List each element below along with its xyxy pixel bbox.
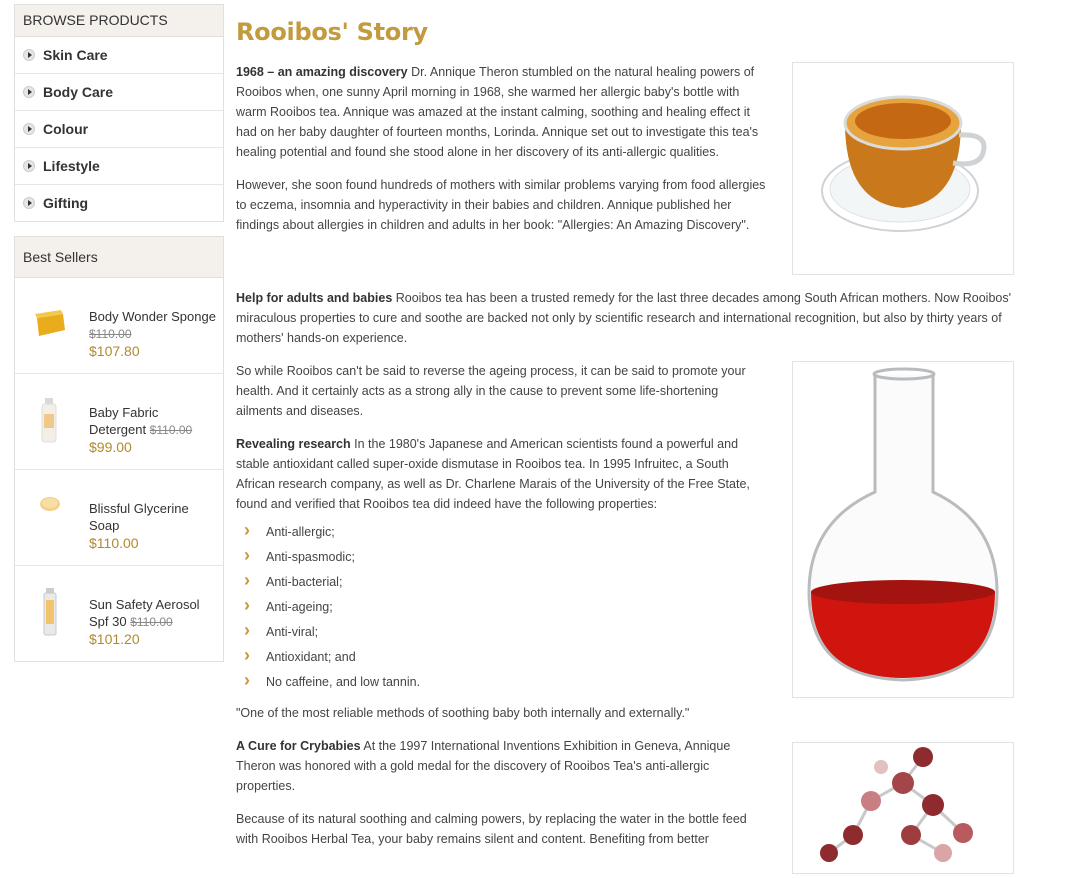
paragraph-mothers: However, she soon found hundreds of moth… <box>236 178 766 232</box>
category-colour[interactable]: Colour <box>15 111 223 148</box>
arrow-icon <box>23 123 35 135</box>
paragraph-discovery: 1968 – an amazing discovery Dr. Annique … <box>236 62 766 162</box>
browse-products-title: BROWSE PRODUCTS <box>15 5 223 37</box>
bestseller-item[interactable]: Blissful Glycerine Soap $110.00 <box>15 470 223 566</box>
bestseller-info: Body Wonder Sponge $110.00 $107.80 <box>89 308 219 360</box>
paragraph-help: Help for adults and babies Rooibos tea h… <box>236 288 1014 348</box>
arrow-icon <box>23 86 35 98</box>
list-item: Anti-spasmodic; <box>236 543 766 570</box>
old-price: $110.00 <box>149 423 193 437</box>
category-label: Skin Care <box>43 47 108 63</box>
tea-cup-graphic <box>821 95 987 232</box>
category-skin-care[interactable]: Skin Care <box>15 37 223 74</box>
paragraph-research: Revealing research In the 1980's Japanes… <box>236 434 766 514</box>
product-name[interactable]: Blissful Glycerine Soap <box>89 501 189 533</box>
category-label: Gifting <box>43 195 89 211</box>
list-item: Anti-viral; <box>236 618 766 645</box>
arrow-icon <box>23 197 35 209</box>
category-lifestyle[interactable]: Lifestyle <box>15 148 223 185</box>
product-name[interactable]: Body Wonder Sponge <box>89 309 216 324</box>
story-block-2: Help for adults and babies Rooibos tea h… <box>236 288 1014 348</box>
product-name[interactable]: Baby Fabric Detergent <box>89 405 158 437</box>
paragraph-ageing: So while Rooibos can't be said to revers… <box>236 364 746 418</box>
category-gifting[interactable]: Gifting <box>15 185 223 221</box>
aerosol-can-image[interactable] <box>33 588 67 638</box>
list-item: No caffeine, and low tannin. <box>236 668 766 695</box>
paragraph-text: Dr. Annique Theron stumbled on the natur… <box>236 65 759 159</box>
sidebar: BROWSE PRODUCTS Skin Care Body Care Colo… <box>14 4 224 662</box>
soap-image[interactable] <box>33 492 67 542</box>
paragraph-heading: A Cure for Crybabies <box>236 739 361 753</box>
best-sellers-title: Best Sellers <box>15 237 223 278</box>
sponge-image[interactable] <box>33 300 67 350</box>
browse-products-panel: BROWSE PRODUCTS Skin Care Body Care Colo… <box>14 4 224 222</box>
list-item: Anti-allergic; <box>236 518 766 545</box>
category-body-care[interactable]: Body Care <box>15 74 223 111</box>
bestseller-info: Sun Safety Aerosol Spf 30 $110.00 $101.2… <box>89 596 219 648</box>
paragraph-heading: 1968 – an amazing discovery <box>236 65 408 79</box>
category-label: Body Care <box>43 84 114 100</box>
page-title: Rooibos' Story <box>236 18 428 46</box>
flask-graphic <box>807 367 999 682</box>
list-item: Antioxidant; and <box>236 643 766 670</box>
bestseller-item[interactable]: Sun Safety Aerosol Spf 30 $110.00 $101.2… <box>15 566 223 661</box>
properties-list: Anti-allergic; Anti-spasmodic; Anti-bact… <box>236 518 766 695</box>
old-price: $110.00 <box>130 615 173 629</box>
product-price: $110.00 <box>89 535 139 551</box>
category-label: Lifestyle <box>43 158 100 174</box>
paragraph-heading: Revealing research <box>236 437 351 451</box>
quote: "One of the most reliable methods of soo… <box>236 706 690 720</box>
old-price: $110.00 <box>89 327 132 341</box>
molecule-graphic <box>820 747 973 862</box>
flask-image <box>792 361 1014 698</box>
bestseller-info: Baby Fabric Detergent $110.00 $99.00 <box>89 404 219 456</box>
product-price: $101.20 <box>89 631 140 647</box>
arrow-icon <box>23 160 35 172</box>
story-block-3: So while Rooibos can't be said to revers… <box>236 361 766 849</box>
product-price: $99.00 <box>89 439 132 455</box>
tea-cup-image <box>792 62 1014 275</box>
molecule-image <box>792 742 1014 874</box>
story-block-1: 1968 – an amazing discovery Dr. Annique … <box>236 62 766 235</box>
product-price: $107.80 <box>89 343 140 359</box>
paragraph-bottle-feed: Because of its natural soothing and calm… <box>236 812 747 846</box>
list-item: Anti-bacterial; <box>236 568 766 595</box>
main-content: Rooibos' Story 1968 – an amazing discove… <box>236 0 1016 874</box>
best-sellers-panel: Best Sellers Body Wonder Sponge $110.00 … <box>14 236 224 662</box>
paragraph-heading: Help for adults and babies <box>236 291 393 305</box>
category-label: Colour <box>43 121 89 137</box>
arrow-icon <box>23 49 35 61</box>
paragraph-crybabies: A Cure for Crybabies At the 1997 Interna… <box>236 736 766 796</box>
bestseller-item[interactable]: Baby Fabric Detergent $110.00 $99.00 <box>15 374 223 470</box>
detergent-bottle-image[interactable] <box>33 396 67 446</box>
bestseller-info: Blissful Glycerine Soap $110.00 <box>89 500 219 552</box>
bestseller-item[interactable]: Body Wonder Sponge $110.00 $107.80 <box>15 278 223 374</box>
list-item: Anti-ageing; <box>236 593 766 620</box>
